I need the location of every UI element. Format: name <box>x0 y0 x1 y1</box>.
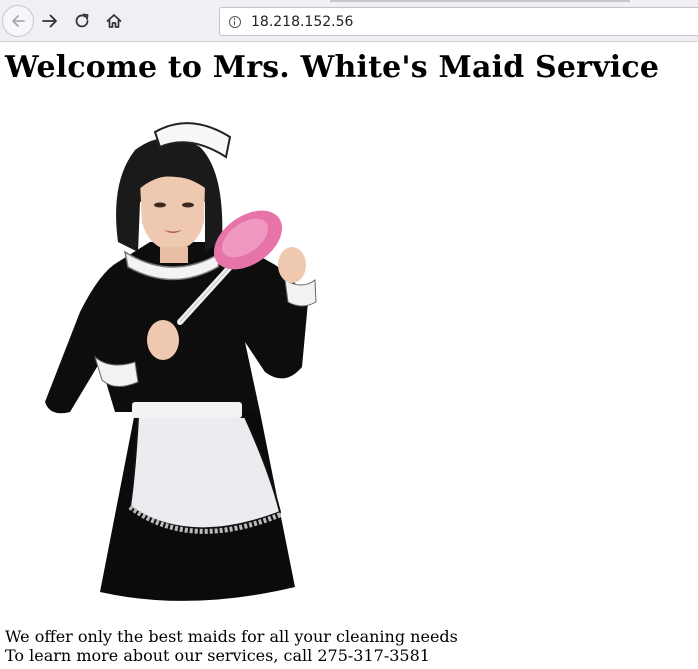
address-bar[interactable]: 18.218.152.56 <box>219 7 698 36</box>
back-button[interactable] <box>2 5 34 37</box>
url-text[interactable]: 18.218.152.56 <box>251 14 353 30</box>
services-text: We offer only the best maids for all you… <box>5 627 458 646</box>
home-icon <box>106 14 122 28</box>
contact-text: To learn more about our services, call 2… <box>5 646 430 665</box>
forward-arrow-icon <box>42 14 57 28</box>
home-button[interactable] <box>100 5 128 37</box>
browser-toolbar: 18.218.152.56 <box>0 0 698 42</box>
reload-button[interactable] <box>68 5 96 37</box>
tab-strip-edge <box>330 0 630 2</box>
back-arrow-icon <box>12 15 25 27</box>
reload-icon <box>75 13 89 28</box>
page-title: Welcome to Mrs. White's Maid Service <box>5 50 660 85</box>
info-icon[interactable] <box>229 15 241 28</box>
maid-photo <box>45 122 317 601</box>
forward-button[interactable] <box>36 5 64 37</box>
maid-face <box>140 176 205 252</box>
